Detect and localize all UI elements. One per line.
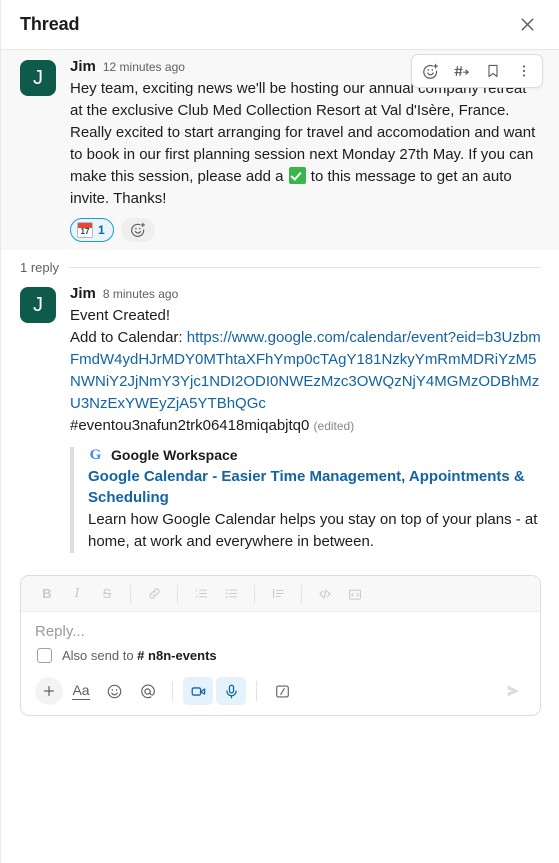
edited-label: (edited) [313,419,355,433]
more-actions-icon[interactable] [509,58,538,84]
also-send-label: Also send to # n8n-events [62,648,217,663]
calendar-icon: 17 [77,222,93,238]
message-hover-toolbar [411,54,543,88]
reply-divider: 1 reply [1,250,559,281]
avatar[interactable]: J [20,60,56,96]
formatting-toolbar: B I S 1 2 [21,576,540,612]
bottom-separator [172,681,173,701]
svg-text:1: 1 [195,587,198,592]
add-reaction-button[interactable] [120,218,155,242]
blockquote-icon[interactable] [264,581,292,607]
unfurl-service-name: Google Workspace [111,447,238,463]
root-message: J Jim 12 minutes ago Hey team, exciting … [1,50,559,250]
share-message-icon[interactable] [447,58,476,84]
bulleted-list-icon[interactable] [217,581,245,607]
bottom-separator [256,681,257,701]
code-block-icon[interactable] [341,581,369,607]
close-icon[interactable] [513,11,541,39]
white-check-mark-icon [288,167,306,184]
mention-icon[interactable] [132,677,162,705]
google-logo-icon: G [89,446,102,463]
message-text: Hey team, exciting news we'll be hosting… [70,78,541,210]
calendar-day: 17 [80,227,90,236]
unfurl-description: Learn how Google Calendar helps you stay… [88,511,538,550]
link-preview-card: G Google Workspace Google Calendar - Eas… [70,447,541,553]
unfurl-service: G Google Workspace [88,447,541,463]
divider-line [69,267,541,268]
toolbar-separator [301,584,302,603]
svg-text:2: 2 [195,594,198,599]
add-attachment-icon[interactable] [35,677,63,705]
toolbar-separator [130,584,131,603]
reply-input[interactable]: Reply... [21,612,540,644]
save-message-icon[interactable] [478,58,507,84]
emoji-icon[interactable] [99,677,129,705]
avatar[interactable]: J [20,287,56,323]
message-author[interactable]: Jim [70,58,96,76]
reply-text: Event Created! Add to Calendar: https://… [70,305,541,437]
also-send-channel[interactable]: # n8n-events [137,648,217,663]
composer-bottom-bar: Aa [21,673,540,715]
italic-icon[interactable]: I [63,581,91,607]
also-send-text: Also send to [62,648,134,663]
composer-wrapper: B I S 1 2 Reply... Also send to # n8n-ev… [1,559,559,716]
calendar-link-line: Add to Calendar: https://www.google.com/… [70,327,541,415]
event-hashtag[interactable]: #eventou3nafun2trk06418miqabjtq0 [70,417,309,434]
add-reaction-icon[interactable] [416,58,445,84]
code-icon[interactable] [311,581,339,607]
reply-message: J Jim 8 minutes ago Event Created! Add t… [1,281,559,559]
also-send-row: Also send to # n8n-events [21,644,540,673]
video-clip-icon[interactable] [183,677,213,705]
message-meta: Jim 8 minutes ago [70,285,541,303]
ordered-list-icon[interactable]: 1 2 [187,581,215,607]
slash-command-icon[interactable] [267,677,297,705]
message-timestamp[interactable]: 12 minutes ago [103,60,185,74]
event-created-line: Event Created! [70,307,171,324]
strikethrough-icon[interactable]: S [93,581,121,607]
toolbar-separator [177,584,178,603]
audio-clip-icon[interactable] [216,677,246,705]
toolbar-separator [254,584,255,603]
send-button[interactable] [498,677,528,705]
thread-panel: Thread J Jim 12 minutes ago Hey team, ex… [0,0,559,863]
link-icon[interactable] [140,581,168,607]
message-author[interactable]: Jim [70,285,96,303]
reaction-calendar[interactable]: 17 1 [70,218,114,242]
message-timestamp[interactable]: 8 minutes ago [103,287,178,301]
also-send-checkbox[interactable] [37,648,52,663]
reaction-count: 1 [98,223,105,237]
hashtag-line: #eventou3nafun2trk06418miqabjtq0 (edited… [70,415,541,437]
unfurl-title[interactable]: Google Calendar - Easier Time Management… [88,466,541,508]
reply-count-label: 1 reply [20,260,60,275]
add-to-calendar-label: Add to Calendar: [70,329,187,346]
formatting-icon[interactable]: Aa [66,677,96,705]
thread-header: Thread [1,0,559,50]
page-title: Thread [20,14,80,34]
channel-hash-icon: # [137,648,145,663]
reactions-bar: 17 1 [70,218,541,242]
message-composer: B I S 1 2 Reply... Also send to # n8n-ev… [20,575,541,716]
channel-name: n8n-events [148,648,217,663]
bold-icon[interactable]: B [33,581,61,607]
